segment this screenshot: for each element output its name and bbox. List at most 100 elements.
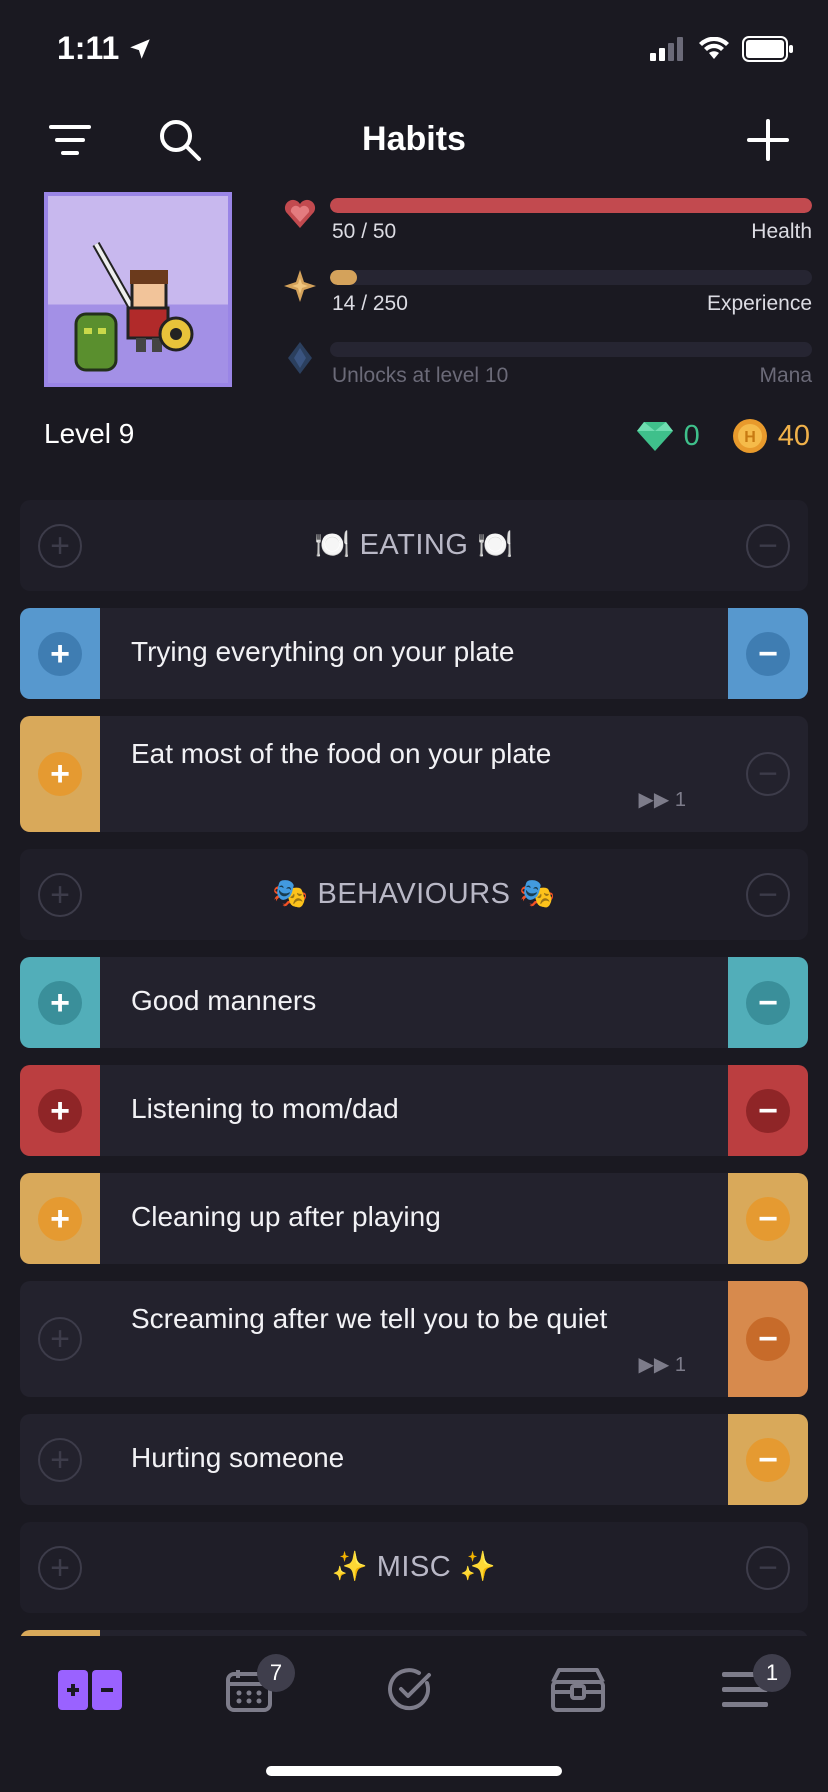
minus-icon: −: [746, 872, 790, 917]
habit-minus-button[interactable]: −: [728, 608, 808, 699]
experience-stat: 14 / 250 Experience: [282, 268, 812, 328]
streak-counter: ▶▶ 1: [638, 1354, 686, 1376]
mana-value: Unlocks at level 10: [332, 364, 509, 387]
fast-forward-icon: ▶▶: [638, 789, 670, 811]
habit-title: Cleaning up after playing: [131, 1201, 441, 1232]
habit-row[interactable]: + Cleaning up after playing −: [20, 1173, 808, 1264]
level-label: Level 9: [44, 418, 135, 449]
minus-icon: −: [746, 631, 790, 676]
habit-minus-button[interactable]: −: [728, 1414, 808, 1505]
minus-icon: −: [746, 1196, 790, 1241]
habit-minus-button[interactable]: −: [728, 1281, 808, 1397]
habit-plus-button[interactable]: +: [20, 1414, 100, 1505]
header: Habits: [0, 110, 828, 170]
minus-icon: −: [746, 1317, 790, 1361]
habit-plus-button[interactable]: +: [20, 1065, 100, 1156]
avatar-character-icon: [74, 242, 194, 372]
habit-row[interactable]: + Trying everything on your plate −: [20, 608, 808, 699]
habit-minus-button[interactable]: −: [728, 716, 808, 832]
tab-todos[interactable]: [370, 1660, 450, 1720]
experience-label: Experience: [706, 292, 812, 315]
section-title: 🎭 BEHAVIOURS 🎭: [272, 878, 556, 910]
location-arrow-icon: [130, 38, 151, 59]
battery-icon: [742, 36, 793, 62]
cellular-signal-icon: [650, 37, 683, 61]
home-indicator: [266, 1766, 562, 1776]
habit-title: Trying everything on your plate: [131, 636, 515, 667]
habits-tab-icon: [58, 1670, 122, 1710]
mana-label: Mana: [759, 364, 812, 387]
section-minus-button[interactable]: −: [728, 1522, 808, 1613]
treasure-chest-icon: [551, 1668, 605, 1712]
section-eating[interactable]: + 🍽️ EATING 🍽️ −: [20, 500, 808, 591]
plus-icon: +: [38, 752, 82, 796]
section-title: ✨ MISC ✨: [331, 1551, 497, 1583]
habit-title: Hurting someone: [131, 1442, 345, 1473]
minus-icon: −: [746, 980, 790, 1025]
habit-plus-button[interactable]: +: [20, 716, 100, 832]
minus-icon: −: [746, 1088, 790, 1133]
star-icon: [284, 270, 316, 302]
habit-plus-button[interactable]: +: [20, 1173, 100, 1264]
habit-row[interactable]: + Good manners −: [20, 957, 808, 1048]
avatar[interactable]: [44, 192, 232, 387]
minus-icon: −: [746, 1545, 790, 1590]
gold-count: 40: [777, 419, 810, 452]
tab-menu[interactable]: 1: [705, 1654, 791, 1720]
plus-icon: +: [38, 980, 82, 1025]
status-icons: [650, 36, 794, 62]
page-title: Habits: [362, 120, 466, 158]
status-time: 1:11: [57, 30, 153, 67]
habits-list[interactable]: + 🍽️ EATING 🍽️ − + Trying everything on …: [20, 500, 808, 1636]
section-behaviours[interactable]: + 🎭 BEHAVIOURS 🎭 −: [20, 849, 808, 940]
section-title: 🍽️ EATING 🍽️: [314, 529, 514, 561]
habit-minus-button[interactable]: −: [728, 1173, 808, 1264]
minus-icon: −: [746, 752, 790, 796]
plus-icon: +: [38, 1196, 82, 1241]
habit-minus-button[interactable]: −: [728, 1065, 808, 1156]
gold-coin-icon: H: [732, 419, 767, 453]
gem-icon: [636, 422, 673, 451]
habit-row[interactable]: + Hurting someone −: [20, 1414, 808, 1505]
wifi-icon: [699, 37, 729, 59]
section-misc[interactable]: + ✨ MISC ✨ −: [20, 1522, 808, 1613]
habit-minus-button[interactable]: −: [728, 957, 808, 1048]
currency: 0 H 40: [636, 418, 810, 454]
mana-stat: Unlocks at level 10 Mana: [282, 340, 812, 400]
minus-icon: −: [746, 523, 790, 568]
habit-title: Eat most of the food on your plate: [131, 738, 552, 769]
habit-row[interactable]: + Listening to mom/dad −: [20, 1065, 808, 1156]
habit-title: Screaming after we tell you to be quiet: [131, 1303, 608, 1334]
plus-icon: [747, 119, 789, 161]
dailies-badge: 7: [257, 1654, 295, 1692]
plus-icon: +: [38, 1317, 82, 1361]
health-label: Health: [751, 220, 812, 243]
plus-icon: +: [38, 1437, 82, 1482]
habit-title: Listening to mom/dad: [131, 1093, 399, 1124]
streak-counter: ▶▶ 1: [638, 789, 686, 811]
habit-row[interactable]: + Screaming after we tell you to be quie…: [20, 1281, 808, 1397]
habit-plus-button[interactable]: +: [20, 957, 100, 1048]
section-minus-button[interactable]: −: [728, 849, 808, 940]
tab-habits[interactable]: [50, 1660, 130, 1720]
mana-crystal-icon: [288, 342, 312, 374]
experience-value: 14 / 250: [332, 292, 408, 315]
habit-row[interactable]: + Eat most of the food on your plate ▶▶ …: [20, 716, 808, 832]
habit-title: Good manners: [131, 985, 317, 1016]
habit-plus-button[interactable]: +: [20, 1281, 100, 1397]
health-bar: [330, 198, 812, 213]
svg-text:H: H: [744, 429, 756, 446]
tab-dailies[interactable]: 7: [209, 1654, 295, 1720]
add-habit-button[interactable]: [738, 110, 798, 170]
plus-icon: +: [38, 631, 82, 676]
fast-forward-icon: ▶▶: [638, 1354, 670, 1376]
habit-plus-button[interactable]: +: [20, 608, 100, 699]
gem-count: 0: [683, 419, 700, 452]
minus-icon: −: [746, 1437, 790, 1482]
mana-bar: [330, 342, 812, 357]
section-minus-button[interactable]: −: [728, 500, 808, 591]
tab-rewards[interactable]: [538, 1660, 618, 1720]
plus-icon: +: [38, 1088, 82, 1133]
experience-bar: [330, 270, 812, 285]
check-circle-icon: [388, 1668, 431, 1711]
